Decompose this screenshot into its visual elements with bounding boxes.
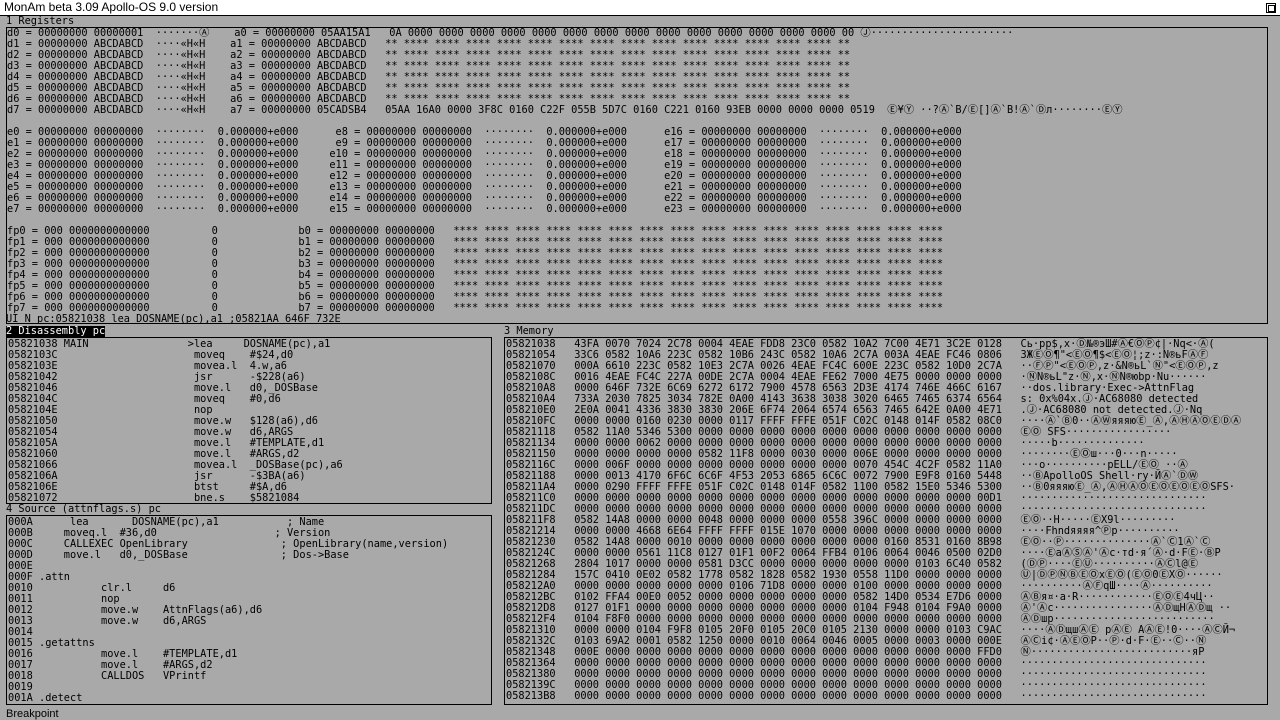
disassembly-panel-title[interactable]: 2 Disassembly pc bbox=[6, 326, 106, 337]
disassembly-panel[interactable]: 05821038 MAIN >lea DOSNAME(pc),a1 0582103… bbox=[6, 337, 492, 504]
memory-list: 05821038 43FA 0070 7024 2C78 0004 4EAE F… bbox=[506, 339, 1241, 702]
memory-panel-title[interactable]: 3 Memory bbox=[504, 326, 554, 337]
memory-panel[interactable]: 05821038 43FA 0070 7024 2C78 0004 4EAE F… bbox=[504, 337, 1268, 705]
registers-panel[interactable]: d0 = 00000000 00000001 ·······Ⓐ a0 = 000… bbox=[6, 27, 1268, 324]
source-panel[interactable]: 000A lea DOSNAME(pc),a1 ; Name 000B moveq… bbox=[6, 515, 492, 705]
register-row[interactable]: e7 = 00000000 00000000 ········ 0.000000… bbox=[7, 204, 1123, 215]
registers-panel-title[interactable]: 1 Registers bbox=[6, 16, 74, 27]
source-line[interactable]: 001A .detect bbox=[8, 693, 448, 704]
register-row[interactable]: d7 = 00000000 ABCDABCD ····«H«H a7 = 000… bbox=[7, 105, 1123, 116]
source-list: 000A lea DOSNAME(pc),a1 ; Name 000B moveq… bbox=[8, 517, 448, 704]
status-bar: Breakpoint bbox=[6, 708, 59, 720]
disassembly-list: 05821038 MAIN >lea DOSNAME(pc),a1 0582103… bbox=[8, 339, 343, 504]
memory-line[interactable]: 058213B8 0000 0000 0000 0000 0000 0000 0… bbox=[506, 691, 1241, 702]
source-line[interactable]: 0013 move.w d6,ARGS bbox=[8, 616, 448, 627]
source-panel-title[interactable]: 4 Source (attnflags.s) pc bbox=[6, 504, 161, 515]
source-line[interactable]: 000E bbox=[8, 561, 448, 572]
window-zoom-icon[interactable] bbox=[1266, 3, 1276, 13]
source-line[interactable]: 000D move.l d0,_DOSBase ; Dos->Base bbox=[8, 550, 448, 561]
source-line[interactable]: 0018 CALLDOS VPrintf bbox=[8, 671, 448, 682]
window-title-bar[interactable]: MonAm beta 3.09 Apollo-OS 9.0 version bbox=[0, 0, 1280, 16]
window-title: MonAm beta 3.09 Apollo-OS 9.0 version bbox=[4, 0, 219, 14]
registers-list: d0 = 00000000 00000001 ·······Ⓐ a0 = 000… bbox=[7, 28, 1123, 314]
pc-status-line: UI N pc:05821038 lea DOSNAME(pc),a1 ;058… bbox=[6, 313, 341, 325]
